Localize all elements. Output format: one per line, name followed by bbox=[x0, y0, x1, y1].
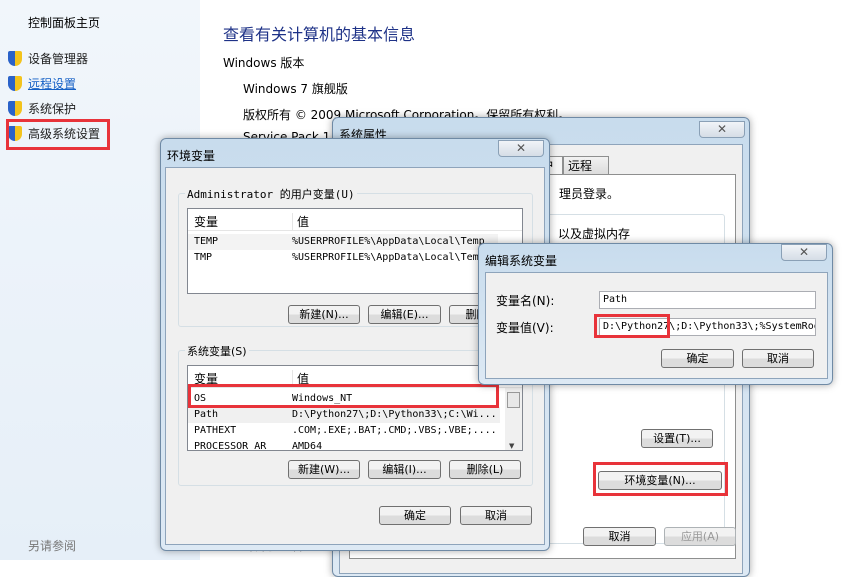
dialog-title: 环境变量 bbox=[167, 149, 216, 163]
user-variables-list[interactable]: 变量 值 TEMP %USERPROFILE%\AppData\Local\Temp… bbox=[187, 208, 523, 294]
close-icon[interactable]: ✕ bbox=[781, 244, 827, 261]
system-edit-button[interactable]: 编辑(I)... bbox=[368, 460, 441, 479]
user-edit-button[interactable]: 编辑(E)... bbox=[368, 305, 441, 324]
highlight-box bbox=[188, 384, 499, 408]
column-header-value[interactable]: 值 bbox=[292, 213, 309, 230]
variable-name-label: 变量名(N): bbox=[496, 294, 555, 308]
settings-button[interactable]: 设置(T)... bbox=[641, 429, 713, 448]
shield-icon bbox=[8, 51, 22, 66]
list-item[interactable]: PATHEXT .COM;.EXE;.BAT;.CMD;.VBS;.VBE;...… bbox=[188, 423, 497, 439]
list-item[interactable]: TEMP %USERPROFILE%\AppData\Local\Temp bbox=[188, 234, 498, 250]
tab-text: 理员登录。 bbox=[559, 187, 620, 201]
system-variables-list[interactable]: 变量值 OS Windows_NT Path D:\Python27\;D:\Pyt… bbox=[187, 365, 523, 451]
cancel-button[interactable]: 取消 bbox=[460, 506, 532, 525]
sidebar-item-system-protection[interactable]: 系统保护 bbox=[8, 100, 76, 117]
shield-icon bbox=[8, 76, 22, 91]
apply-button: 应用(A) bbox=[664, 527, 736, 546]
sidebar-item-device-manager[interactable]: 设备管理器 bbox=[8, 50, 88, 67]
scrollbar-thumb[interactable] bbox=[507, 392, 520, 408]
ok-button[interactable]: 确定 bbox=[661, 349, 734, 368]
scroll-down-icon[interactable]: ▼ bbox=[509, 442, 514, 450]
highlight-box bbox=[593, 462, 728, 496]
ok-button[interactable]: 确定 bbox=[379, 506, 451, 525]
shield-icon bbox=[8, 101, 22, 116]
list-item-path[interactable]: Path D:\Python27\;D:\Python33\;C:\Wi... bbox=[188, 407, 500, 423]
user-new-button[interactable]: 新建(N)... bbox=[288, 305, 360, 324]
variable-value-label: 变量值(V): bbox=[496, 321, 554, 335]
scrollbar[interactable]: ▼ bbox=[505, 388, 522, 450]
page-title: 查看有关计算机的基本信息 bbox=[223, 25, 416, 44]
system-new-button[interactable]: 新建(W)... bbox=[288, 460, 360, 479]
label: 系统保护 bbox=[28, 102, 77, 116]
dialog-title: 编辑系统变量 bbox=[485, 254, 558, 268]
group-label: 系统变量(S) bbox=[185, 343, 249, 359]
cancel-button[interactable]: 取消 bbox=[583, 527, 656, 546]
cancel-button[interactable]: 取消 bbox=[742, 349, 814, 368]
highlight-box bbox=[6, 119, 110, 150]
list-item[interactable]: TMP %USERPROFILE%\AppData\Local\Temp bbox=[188, 250, 498, 266]
group-label: Administrator 的用户变量(U) bbox=[185, 186, 357, 202]
section-title: Windows 版本 bbox=[223, 56, 305, 70]
highlight-box bbox=[594, 314, 670, 338]
label: 设备管理器 bbox=[28, 52, 89, 66]
see-also-label: 另请参阅 bbox=[28, 539, 77, 553]
edit-system-variable-dialog: 编辑系统变量 ✕ 变量名(N): 变量值(V): Path D:\Python2… bbox=[478, 243, 833, 385]
control-panel-home-link[interactable]: 控制面板主页 bbox=[28, 14, 100, 31]
tab-remote[interactable]: 远程 bbox=[563, 156, 609, 175]
close-icon[interactable]: ✕ bbox=[498, 140, 544, 157]
sidebar-item-remote-settings[interactable]: 远程设置 bbox=[8, 75, 76, 92]
system-delete-button[interactable]: 删除(L) bbox=[449, 460, 521, 479]
column-header-variable[interactable]: 变量 bbox=[194, 213, 218, 230]
windows-edition: Windows 7 旗舰版 bbox=[243, 82, 348, 96]
list-item[interactable]: PROCESSOR_AR AMD64 bbox=[188, 439, 322, 450]
variable-name-input[interactable]: Path bbox=[599, 291, 816, 309]
close-icon[interactable]: ✕ bbox=[699, 121, 745, 138]
label: 远程设置 bbox=[28, 77, 77, 91]
